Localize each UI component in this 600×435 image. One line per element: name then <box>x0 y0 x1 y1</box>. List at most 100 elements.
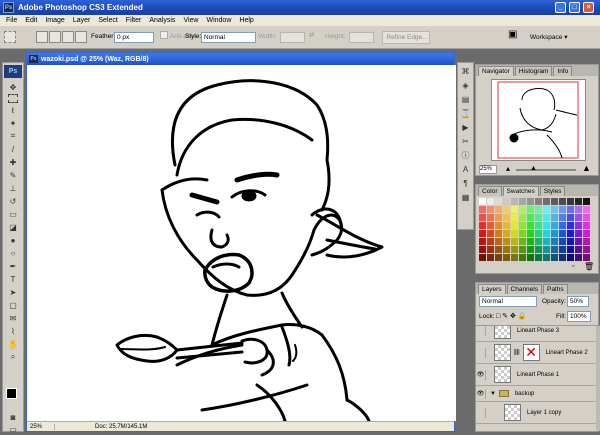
menu-file[interactable]: File <box>2 17 21 24</box>
color-swatch[interactable] <box>559 230 566 237</box>
menu-help[interactable]: Help <box>235 17 257 24</box>
color-swatch[interactable] <box>527 198 534 205</box>
color-swatch[interactable] <box>543 206 550 213</box>
slice-tool-icon[interactable]: / <box>6 143 20 155</box>
color-swatch[interactable] <box>495 214 502 221</box>
tab-styles[interactable]: Styles <box>539 186 566 196</box>
color-swatch[interactable] <box>479 214 486 221</box>
color-swatch[interactable] <box>535 238 542 245</box>
color-swatch[interactable] <box>575 230 582 237</box>
paint-bucket-icon[interactable]: ◪ <box>6 221 20 233</box>
zoom-slider[interactable] <box>516 169 576 171</box>
color-swatch[interactable] <box>495 198 502 205</box>
color-swatch[interactable] <box>487 238 494 245</box>
color-swatch[interactable] <box>479 206 486 213</box>
zoom-level[interactable]: 25% <box>27 423 55 430</box>
color-swatch[interactable] <box>543 214 550 221</box>
history-brush-icon[interactable]: ↺ <box>6 195 20 207</box>
color-swatch[interactable] <box>575 198 582 205</box>
color-swatch[interactable] <box>583 230 590 237</box>
menu-filter[interactable]: Filter <box>122 17 146 24</box>
color-swatch[interactable] <box>567 230 574 237</box>
color-swatch[interactable] <box>567 222 574 229</box>
color-swatch[interactable] <box>535 198 542 205</box>
color-swatch[interactable] <box>487 230 494 237</box>
color-swatch[interactable] <box>503 246 510 253</box>
color-swatch[interactable] <box>511 246 518 253</box>
tool-presets-icon[interactable]: ◈ <box>460 80 471 91</box>
color-swatch[interactable] <box>511 222 518 229</box>
marquee-tool-preset-icon[interactable] <box>4 31 16 43</box>
menu-analysis[interactable]: Analysis <box>145 17 179 24</box>
color-swatch[interactable] <box>567 214 574 221</box>
color-swatch[interactable] <box>559 254 566 261</box>
minimize-button[interactable]: _ <box>555 2 566 13</box>
tab-layers[interactable]: Layers <box>478 284 506 294</box>
color-swatch[interactable] <box>567 238 574 245</box>
color-swatch[interactable] <box>511 254 518 261</box>
color-swatch[interactable] <box>543 230 550 237</box>
color-swatch[interactable] <box>503 222 510 229</box>
color-swatch[interactable] <box>567 198 574 205</box>
layer-mask-link-icon[interactable]: ⛓ <box>513 349 521 356</box>
color-swatch[interactable] <box>487 206 494 213</box>
new-selection-icon[interactable] <box>36 31 48 43</box>
fill-input[interactable]: 100% <box>567 311 591 322</box>
color-swatch[interactable] <box>519 230 526 237</box>
antialias-checkbox[interactable] <box>160 31 168 39</box>
subtract-selection-icon[interactable] <box>62 31 74 43</box>
color-swatch[interactable] <box>567 246 574 253</box>
eye-icon[interactable]: 👁 <box>476 369 486 380</box>
color-swatch[interactable] <box>551 254 558 261</box>
color-swatch[interactable] <box>551 230 558 237</box>
opacity-input[interactable]: 50% <box>567 296 589 307</box>
color-swatch[interactable] <box>535 246 542 253</box>
healing-brush-icon[interactable]: ✚ <box>6 156 20 168</box>
color-swatch[interactable] <box>575 214 582 221</box>
menu-layer[interactable]: Layer <box>69 17 95 24</box>
color-swatch[interactable] <box>551 238 558 245</box>
zoom-slider-thumb[interactable]: ▲ <box>530 165 537 172</box>
menu-window[interactable]: Window <box>202 17 235 24</box>
color-swatch[interactable] <box>511 238 518 245</box>
color-swatch[interactable] <box>527 246 534 253</box>
doc-size-info[interactable]: Doc: 25.7M/145.1M <box>55 424 147 430</box>
layer-row[interactable]: Layer 1 copy <box>476 402 596 424</box>
color-swatch[interactable] <box>479 230 486 237</box>
add-selection-icon[interactable] <box>49 31 61 43</box>
info-panel-icon[interactable]: ⓘ <box>460 150 471 161</box>
navigator-zoom[interactable]: 25% <box>479 165 497 174</box>
color-swatch[interactable] <box>551 206 558 213</box>
refine-edge-button[interactable]: Refine Edge... <box>382 31 430 44</box>
color-swatch[interactable] <box>583 214 590 221</box>
pen-tool-icon[interactable]: ✒ <box>6 260 20 272</box>
eraser-tool-icon[interactable]: ▭ <box>6 208 20 220</box>
color-swatch[interactable] <box>527 254 534 261</box>
layer-row[interactable]: ⛓ ✕ Lineart Phase 2 <box>476 342 596 364</box>
blur-tool-icon[interactable]: ● <box>6 234 20 246</box>
color-swatch[interactable] <box>503 206 510 213</box>
workspace-menu[interactable]: Workspace ▾ <box>530 33 567 41</box>
color-swatch[interactable] <box>575 246 582 253</box>
color-swatch[interactable] <box>503 214 510 221</box>
layer-visibility-toggle[interactable] <box>476 347 486 358</box>
swatch-grid[interactable] <box>479 198 595 261</box>
move-tool-icon[interactable]: ✥ <box>6 81 20 93</box>
zoom-in-icon[interactable]: ▲ <box>582 163 591 173</box>
layer-name[interactable]: Lineart Phase 2 <box>546 350 588 356</box>
layer-comps-icon[interactable]: ▤ <box>460 94 471 105</box>
hand-tool-icon[interactable]: ✋ <box>6 338 20 350</box>
layer-name[interactable]: Layer 1 copy <box>527 410 561 416</box>
crop-tool-icon[interactable]: ⌗ <box>6 130 20 142</box>
blend-mode-select[interactable]: Normal <box>479 296 537 307</box>
color-swatch[interactable] <box>487 246 494 253</box>
menu-view[interactable]: View <box>179 17 202 24</box>
color-swatch[interactable] <box>527 206 534 213</box>
type-tool-icon[interactable]: T <box>6 273 20 285</box>
color-swatch[interactable] <box>479 222 486 229</box>
color-swatch[interactable] <box>527 222 534 229</box>
color-swatch[interactable] <box>543 198 550 205</box>
color-swatch[interactable] <box>551 198 558 205</box>
color-swatch[interactable] <box>527 238 534 245</box>
layer-name[interactable]: Lineart Phase 3 <box>517 328 559 334</box>
